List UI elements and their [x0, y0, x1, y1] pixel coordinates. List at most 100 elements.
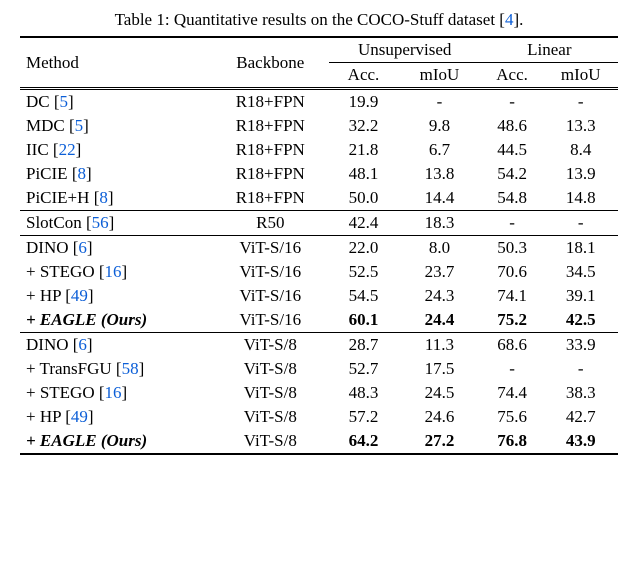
cell-value: 64.2 [329, 429, 399, 454]
cell-backbone: ViT-S/16 [212, 308, 329, 333]
cell-method: + STEGO [16] [20, 260, 212, 284]
cite-link[interactable]: 8 [99, 188, 108, 207]
method-name: DINO [26, 335, 69, 354]
cell-backbone: ViT-S/16 [212, 260, 329, 284]
cell-value: 50.0 [329, 186, 399, 211]
cell-value: 34.5 [544, 260, 618, 284]
table-caption: Table 1: Quantitative results on the COC… [20, 10, 618, 30]
method-name: SlotCon [26, 213, 82, 232]
table-row: SlotCon [56]R5042.418.3-- [20, 211, 618, 236]
cell-backbone: ViT-S/8 [212, 357, 329, 381]
cite-link[interactable]: 49 [71, 286, 88, 305]
cell-value: 52.7 [329, 357, 399, 381]
cell-value: 18.1 [544, 236, 618, 261]
cell-method: DINO [6] [20, 333, 212, 358]
method-name: + EAGLE (Ours) [26, 310, 147, 329]
cite-link[interactable]: 5 [60, 92, 69, 111]
cite-link[interactable]: 8 [77, 164, 86, 183]
col-linear-miou: mIoU [544, 63, 618, 89]
method-name: + HP [26, 407, 61, 426]
table-row: PiCIE [8]R18+FPN48.113.854.213.9 [20, 162, 618, 186]
table-row: + TransFGU [58]ViT-S/852.717.5-- [20, 357, 618, 381]
table-row: + HP [49]ViT-S/857.224.675.642.7 [20, 405, 618, 429]
cell-value: 42.5 [544, 308, 618, 333]
method-name: IIC [26, 140, 49, 159]
cell-value: - [481, 211, 544, 236]
cell-value: - [544, 89, 618, 115]
method-name: + HP [26, 286, 61, 305]
cell-method: DC [5] [20, 89, 212, 115]
cell-value: - [544, 357, 618, 381]
cell-backbone: R18+FPN [212, 89, 329, 115]
cell-value: 6.7 [398, 138, 480, 162]
cite-link[interactable]: 58 [122, 359, 139, 378]
cite-link[interactable]: 16 [105, 262, 122, 281]
col-linear: Linear [481, 37, 618, 63]
table-row: PiCIE+H [8]R18+FPN50.014.454.814.8 [20, 186, 618, 211]
cell-value: 44.5 [481, 138, 544, 162]
cell-value: 8.4 [544, 138, 618, 162]
cell-value: 24.4 [398, 308, 480, 333]
cell-value: 13.8 [398, 162, 480, 186]
cell-backbone: R18+FPN [212, 114, 329, 138]
cell-value: 32.2 [329, 114, 399, 138]
caption-prefix: Table 1: Quantitative results on the COC… [115, 10, 505, 29]
method-name: DC [26, 92, 50, 111]
table-row: + STEGO [16]ViT-S/1652.523.770.634.5 [20, 260, 618, 284]
cell-backbone: ViT-S/8 [212, 405, 329, 429]
cell-value: 33.9 [544, 333, 618, 358]
cite-link[interactable]: 6 [78, 238, 87, 257]
results-table: Method Backbone Unsupervised Linear Acc.… [20, 36, 618, 455]
cell-backbone: R18+FPN [212, 186, 329, 211]
cell-backbone: ViT-S/8 [212, 429, 329, 454]
cell-value: 75.2 [481, 308, 544, 333]
cell-method: PiCIE+H [8] [20, 186, 212, 211]
cell-value: 54.2 [481, 162, 544, 186]
cite-link[interactable]: 56 [92, 213, 109, 232]
method-name: PiCIE [26, 164, 68, 183]
cite-link[interactable]: 22 [59, 140, 76, 159]
cell-value: 24.6 [398, 405, 480, 429]
cell-value: 50.3 [481, 236, 544, 261]
cell-value: 8.0 [398, 236, 480, 261]
cell-value: 60.1 [329, 308, 399, 333]
cell-value: 54.8 [481, 186, 544, 211]
cell-value: 17.5 [398, 357, 480, 381]
table-row: + HP [49]ViT-S/1654.524.374.139.1 [20, 284, 618, 308]
cell-value: - [544, 211, 618, 236]
table-row: DINO [6]ViT-S/828.711.368.633.9 [20, 333, 618, 358]
cite-link[interactable]: 6 [78, 335, 87, 354]
cell-value: 14.8 [544, 186, 618, 211]
col-linear-acc: Acc. [481, 63, 544, 89]
cell-backbone: ViT-S/16 [212, 284, 329, 308]
cite-link[interactable]: 5 [75, 116, 84, 135]
table-row: DC [5]R18+FPN19.9--- [20, 89, 618, 115]
cell-value: 23.7 [398, 260, 480, 284]
cell-value: 9.8 [398, 114, 480, 138]
cell-method: DINO [6] [20, 236, 212, 261]
cell-backbone: ViT-S/8 [212, 381, 329, 405]
cell-value: 13.9 [544, 162, 618, 186]
cite-link[interactable]: 16 [105, 383, 122, 402]
cell-method: SlotCon [56] [20, 211, 212, 236]
col-unsupervised: Unsupervised [329, 37, 481, 63]
cell-value: - [481, 89, 544, 115]
caption-suffix: ]. [513, 10, 523, 29]
table-row: + EAGLE (Ours)ViT-S/864.227.276.843.9 [20, 429, 618, 454]
cell-value: 48.3 [329, 381, 399, 405]
cell-value: 39.1 [544, 284, 618, 308]
cell-method: + STEGO [16] [20, 381, 212, 405]
cell-value: 54.5 [329, 284, 399, 308]
cell-value: 24.5 [398, 381, 480, 405]
cell-method: MDC [5] [20, 114, 212, 138]
table-row: IIC [22]R18+FPN21.86.744.58.4 [20, 138, 618, 162]
cell-value: 14.4 [398, 186, 480, 211]
table-row: + STEGO [16]ViT-S/848.324.574.438.3 [20, 381, 618, 405]
cell-value: 43.9 [544, 429, 618, 454]
cell-value: 70.6 [481, 260, 544, 284]
cell-backbone: R18+FPN [212, 138, 329, 162]
cite-link[interactable]: 49 [71, 407, 88, 426]
method-name: + EAGLE (Ours) [26, 431, 147, 450]
cell-value: 24.3 [398, 284, 480, 308]
cell-value: 28.7 [329, 333, 399, 358]
